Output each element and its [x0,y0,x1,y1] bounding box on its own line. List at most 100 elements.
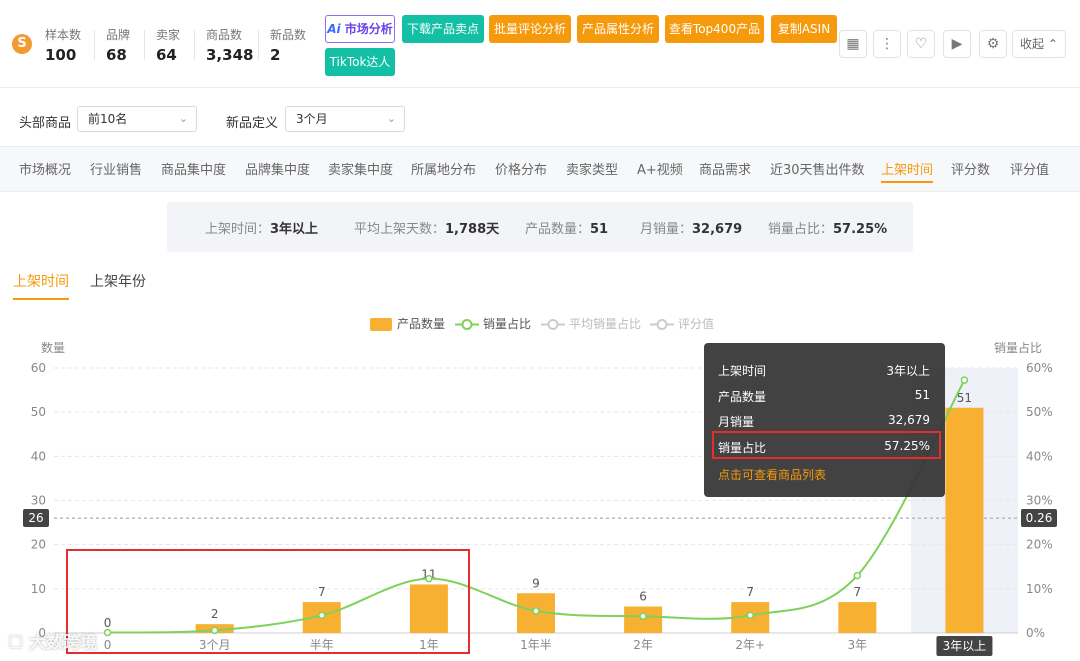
batch-review-analysis-button[interactable]: 批量评论分析 [489,15,571,43]
tab-product-concentration[interactable]: 商品集中度 [161,159,226,178]
tab-seller-type[interactable]: 卖家类型 [566,159,618,178]
tab-aplus-video[interactable]: A+视频 [637,159,683,178]
tooltip-value: 51 [914,388,930,402]
bar-value-label: 7 [746,585,754,599]
view-product-list-link[interactable]: 点击可查看商品列表 [718,466,826,483]
y-right-tick-label: 60% [1026,361,1053,375]
tooltip-key: 产品数量 [718,390,767,404]
summary-avg-days: 平均上架天数：1,788天 [354,218,499,237]
stat-seller: 卖家 64 [156,26,180,64]
legend-label: 销量占比 [483,316,531,331]
tab-30day-sold[interactable]: 近30天售出件数 [770,159,865,178]
y-left-tick-label: 30 [31,494,46,508]
summary-label: 上架时间： [205,222,271,237]
download-selling-points-button[interactable]: 下载产品卖点 [402,15,484,43]
summary-value: 57.25% [833,222,888,237]
bar-value-label: 6 [639,590,647,604]
new-definition-select[interactable]: 3个月 ⌄ [285,106,405,132]
bar-value-label: 51 [957,391,972,405]
summary-panel: 上架时间：3年以上 平均上架天数：1,788天 产品数量：51 月销量：32,6… [167,202,913,252]
analysis-tabs: 市场概况 行业销售 商品集中度 品牌集中度 卖家集中度 所属地分布 价格分布 卖… [0,146,1080,192]
bar-value-label: 9 [532,576,540,590]
summary-label: 平均上架天数： [354,222,446,237]
chart-tooltip: 上架时间 3年以上 产品数量 51 月销量 32,679 销量占比 57.25% 点击可… [704,343,945,497]
legend-label: 平均销量占比 [569,316,641,331]
heart-icon[interactable]: ♡ [907,30,935,58]
reference-right-badge: 0.26 [1021,509,1057,527]
legend-label: 产品数量 [397,316,445,331]
summary-time: 上架时间：3年以上 [205,218,318,237]
y-left-tick-label: 50 [31,405,46,419]
x-tick-label: 3年 [848,638,868,652]
top-stats-bar: S 样本数 100 品牌 68 卖家 64 商品数 3,348 新品数 2 Ai… [0,0,1080,88]
line-point-sales-share [746,611,754,620]
stat-sample: 样本数 100 [45,26,81,64]
grid-icon[interactable]: ▦ [839,30,867,58]
watermark-logo-icon: ☐ [8,633,24,653]
tooltip-highlight-box [712,431,941,459]
collapse-label: 收起 [1020,37,1045,51]
tab-location-distribution[interactable]: 所属地分布 [411,159,476,178]
tab-rating-count[interactable]: 评分数 [951,159,990,178]
watermark: ☐ 大数跨境 [8,628,97,653]
y-right-tick-label: 40% [1026,449,1053,463]
x-tick-label: 1年半 [520,638,552,652]
legend-bar-swatch [370,318,392,331]
head-products-select[interactable]: 前10名 ⌄ [77,106,197,132]
summary-label: 产品数量： [525,222,591,237]
button-label: 市场分析 [344,22,393,36]
stat-label: 卖家 [156,28,181,42]
y-left-tick-label: 20 [31,538,46,552]
y-right-tick-label: 50% [1026,405,1053,419]
market-analysis-button[interactable]: Ai 市场分析 [325,15,395,43]
stat-value: 2 [270,46,281,64]
tiktok-influencer-button[interactable]: TikTok达人 [325,48,395,76]
chevron-down-icon: ⌄ [178,112,188,125]
chevron-up-icon: ⌃ [1047,37,1058,51]
product-attribute-analysis-button[interactable]: 产品属性分析 [577,15,659,43]
x-tick-label: 2年+ [735,638,765,652]
y-right-tick-label: 20% [1026,538,1053,552]
divider [94,30,95,60]
tooltip-key: 上架时间 [718,364,767,378]
stat-value: 68 [106,46,127,64]
y-right-tick-label: 10% [1026,582,1053,596]
chevron-down-icon: ⌄ [386,112,396,125]
select-value: 前10名 [88,112,128,126]
divider [144,30,145,60]
stat-label: 品牌 [106,28,131,42]
summary-value: 32,679 [692,222,743,237]
subtab-listing-time[interactable]: 上架时间 [13,271,69,300]
tab-market-overview[interactable]: 市场概况 [19,159,71,178]
copy-asin-button[interactable]: 复制ASIN [771,15,837,43]
summary-value: 3年以上 [270,222,319,237]
annotation-highlight-box [66,549,470,654]
y-left-axis-title: 数量 [41,340,65,355]
tab-brand-concentration[interactable]: 品牌集中度 [245,159,310,178]
tab-industry-sales[interactable]: 行业销售 [90,159,142,178]
tab-rating-value[interactable]: 评分值 [1010,159,1049,178]
view-top400-button[interactable]: 查看Top400产品 [665,15,764,43]
collapse-button[interactable]: 收起 ⌃ [1012,30,1066,58]
y-left-tick-label: 10 [31,582,46,596]
video-icon[interactable]: ▶ [943,30,971,58]
summary-value: 51 [590,222,609,237]
tooltip-row: 上架时间 3年以上 [718,362,930,380]
tooltip-row: 产品数量 51 [718,388,930,406]
line-point-sales-share [853,571,862,580]
gear-icon[interactable]: ⚙ [979,30,1007,58]
more-icon[interactable]: ⋮ [873,30,901,58]
line-point-sales-share [532,607,540,615]
stat-products: 商品数 3,348 [206,26,253,64]
tab-listing-time[interactable]: 上架时间 [881,159,934,183]
stat-new: 新品数 2 [270,26,306,64]
tooltip-value: 32,679 [888,413,930,427]
tab-price-distribution[interactable]: 价格分布 [495,159,547,178]
tab-product-demand[interactable]: 商品需求 [699,159,751,178]
line-point-sales-share [960,376,969,384]
legend-label: 评分值 [678,316,714,331]
tooltip-value: 3年以上 [886,364,930,378]
y-right-tick-label: 30% [1026,494,1053,508]
tab-seller-concentration[interactable]: 卖家集中度 [328,159,393,178]
subtab-listing-year[interactable]: 上架年份 [90,271,146,291]
